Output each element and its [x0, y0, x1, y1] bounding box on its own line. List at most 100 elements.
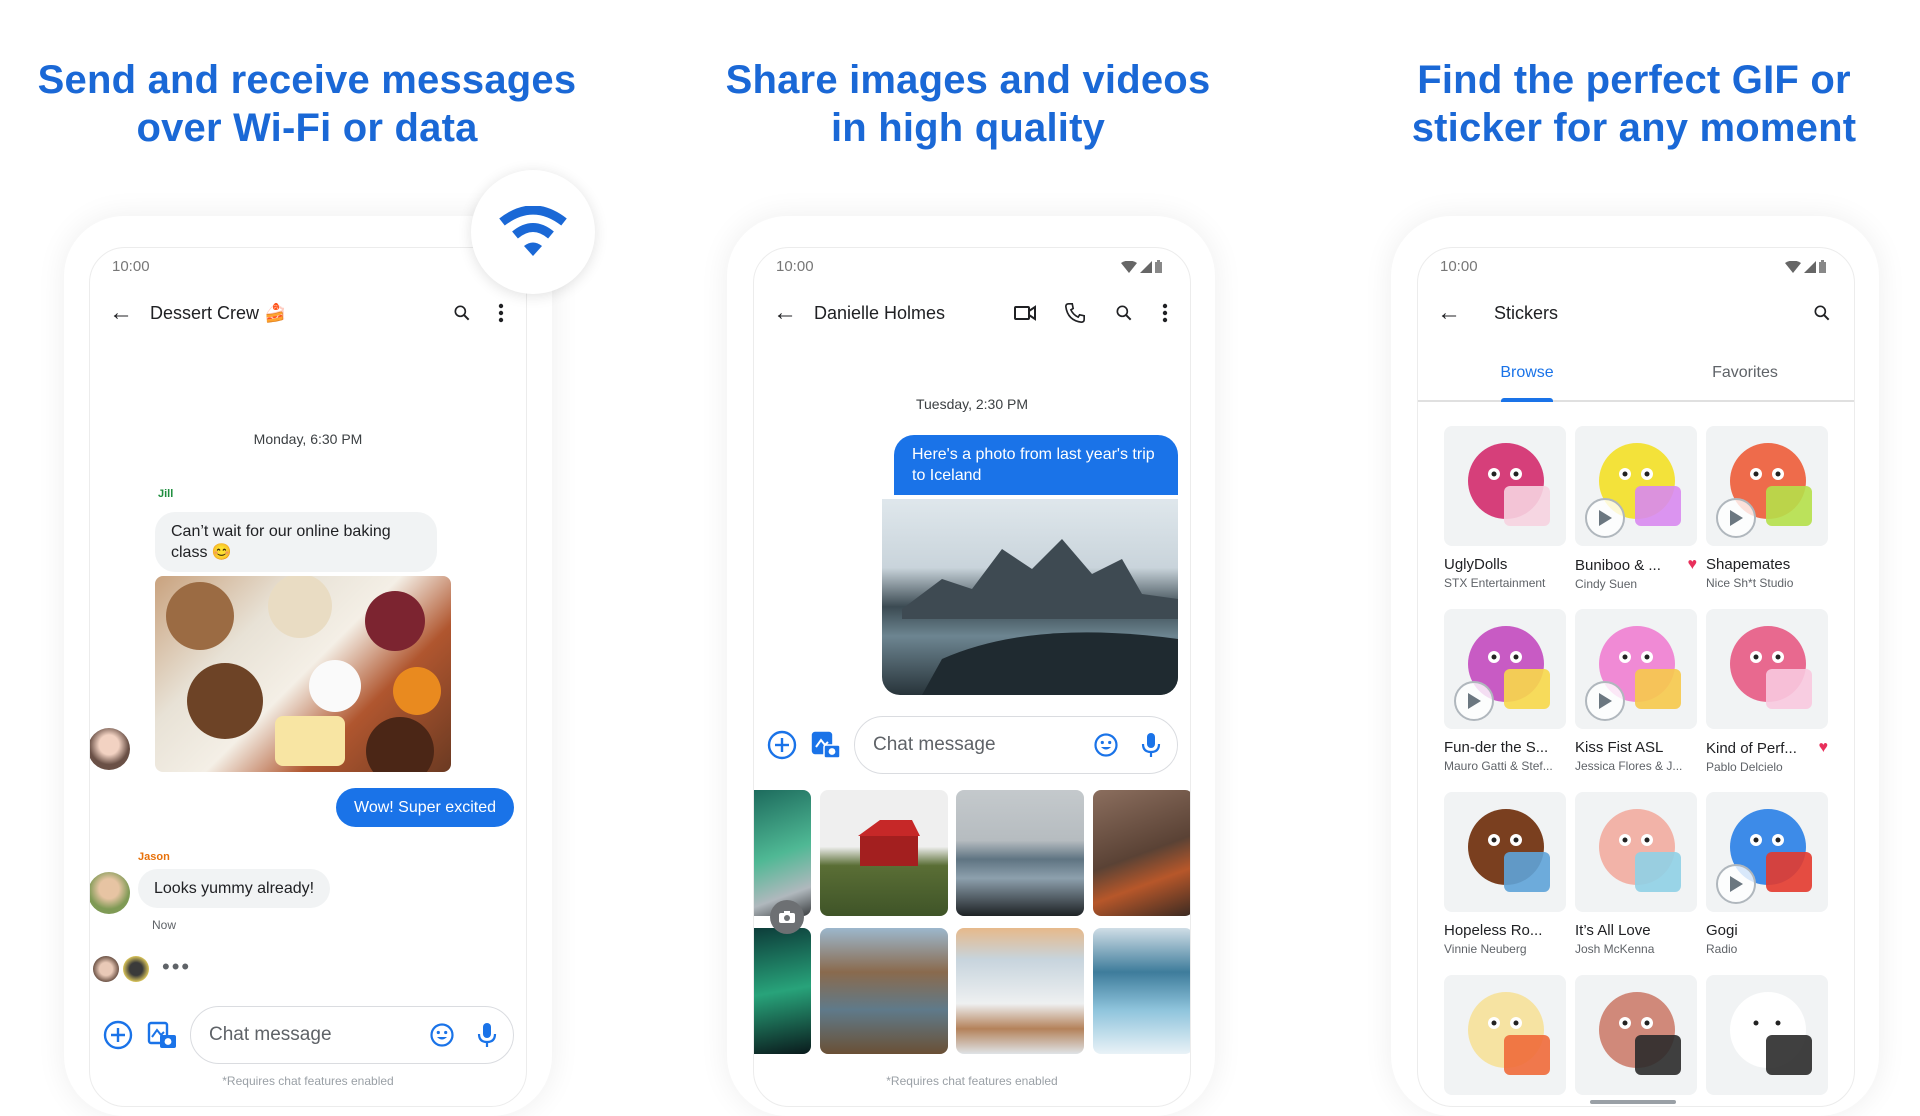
search-icon[interactable] — [1812, 303, 1832, 323]
sticker-pack[interactable] — [1444, 975, 1566, 1106]
favorite-heart-icon[interactable]: ♥ — [1688, 556, 1698, 574]
sticker-pack[interactable]: Hopeless Ro... Vinnie Neuberg — [1444, 792, 1566, 956]
back-arrow-icon[interactable]: ← — [772, 299, 798, 327]
status-icons — [1785, 260, 1826, 273]
gallery-camera-icon[interactable] — [146, 1019, 178, 1051]
tab-favorites[interactable]: Favorites — [1636, 348, 1854, 400]
status-time: 10:00 — [1440, 258, 1478, 275]
gallery-photo-waterfall[interactable] — [1093, 928, 1190, 1054]
play-button[interactable] — [1454, 681, 1494, 721]
phone-icon[interactable] — [1064, 302, 1086, 324]
message-bubble-incoming[interactable]: Looks yummy already! — [138, 869, 331, 908]
microphone-icon[interactable] — [477, 1021, 497, 1049]
back-arrow-icon[interactable]: ← — [108, 299, 134, 327]
camera-icon — [779, 911, 795, 923]
sticker-pack[interactable]: Kind of Perf... ♥ Pablo Delcielo — [1706, 609, 1828, 774]
video-call-icon[interactable] — [1014, 305, 1036, 321]
microphone-icon[interactable] — [1141, 731, 1161, 759]
sticker-pack[interactable]: It’s All Love Josh McKenna — [1575, 792, 1697, 956]
sticker-thumbnail[interactable] — [1575, 426, 1697, 546]
message-bubble-incoming[interactable]: Can’t wait for our online baking class 😊 — [155, 512, 437, 572]
sticker-pack[interactable] — [1706, 975, 1828, 1106]
sticker-thumbnail[interactable] — [1575, 975, 1697, 1095]
baking-photo[interactable] — [155, 576, 451, 772]
emoji-icon[interactable] — [1093, 732, 1119, 758]
input-placeholder: Chat message — [209, 1024, 332, 1045]
footnote: *Requires chat features enabled — [222, 1074, 394, 1088]
sticker-pack[interactable] — [1575, 975, 1697, 1106]
sticker-art-icon — [1468, 443, 1550, 526]
datestamp: Tuesday, 2:30 PM — [915, 396, 1029, 412]
play-icon — [1599, 693, 1612, 709]
play-button[interactable] — [1585, 498, 1625, 538]
gallery-photo-coast[interactable] — [956, 790, 1084, 916]
gallery-photo-kirkjufell[interactable] — [820, 928, 948, 1054]
sticker-pack[interactable]: Shapemates Nice Sh*t Studio — [1706, 426, 1828, 590]
sticker-thumbnail[interactable] — [1444, 609, 1566, 729]
sticker-author: Nice Sh*t Studio — [1706, 576, 1794, 590]
sticker-pack[interactable]: Fun-der the S... Mauro Gatti & Stef... — [1444, 609, 1566, 773]
wifi-badge — [471, 170, 595, 294]
iceland-photo[interactable] — [882, 499, 1178, 695]
sticker-art-icon — [1599, 992, 1681, 1075]
message-bubble-outgoing[interactable]: Wow! Super excited — [336, 788, 514, 827]
sticker-author: Jessica Flores & J... — [1575, 759, 1683, 773]
sticker-thumbnail[interactable] — [1706, 792, 1828, 912]
compose-bar: Chat message — [90, 1004, 526, 1066]
sticker-thumbnail[interactable] — [1706, 426, 1828, 546]
sticker-author: Mauro Gatti & Stef... — [1444, 759, 1553, 773]
sticker-thumbnail[interactable] — [1706, 975, 1828, 1095]
sticker-thumbnail[interactable] — [1575, 792, 1697, 912]
sticker-pack[interactable]: Kiss Fist ASL Jessica Flores & J... — [1575, 609, 1697, 773]
search-icon[interactable] — [452, 303, 472, 323]
datestamp: Monday, 6:30 PM — [253, 431, 363, 447]
avatar-jason[interactable] — [90, 872, 130, 914]
tab-browse[interactable]: Browse — [1418, 348, 1636, 400]
conversation-title: Danielle Holmes — [814, 302, 946, 323]
more-vert-icon[interactable] — [498, 303, 504, 323]
avatar-jill[interactable] — [90, 728, 130, 770]
play-button[interactable] — [1716, 864, 1756, 904]
gallery-camera-icon[interactable] — [810, 729, 842, 761]
heading-line: over Wi-Fi or data — [136, 106, 478, 150]
sticker-pack[interactable]: Buniboo & ... ♥ Cindy Suen — [1575, 426, 1697, 591]
favorite-heart-icon[interactable]: ♥ — [1819, 739, 1829, 757]
sticker-thumbnail[interactable] — [1575, 609, 1697, 729]
conversation-title: Dessert Crew 🍰 — [150, 303, 286, 324]
sticker-author: Radio — [1706, 942, 1738, 956]
emoji-icon[interactable] — [429, 1022, 455, 1048]
add-icon[interactable] — [102, 1019, 134, 1051]
sticker-thumbnail[interactable] — [1706, 609, 1828, 729]
sticker-thumbnail[interactable] — [1444, 975, 1566, 1095]
gallery-photo-red-house[interactable] — [820, 790, 948, 916]
gallery-photo-horses[interactable] — [956, 928, 1084, 1054]
gallery-photo-aurora-2[interactable] — [754, 928, 811, 1054]
gallery-photo-aurora[interactable] — [754, 790, 811, 916]
search-icon[interactable] — [1114, 303, 1134, 323]
sticker-thumbnail[interactable] — [1444, 792, 1566, 912]
message-bubble-outgoing[interactable]: Here's a photo from last year's trip to … — [894, 435, 1178, 495]
sticker-name: Buniboo & ... ♥ — [1575, 556, 1697, 574]
page-title: Stickers — [1494, 302, 1559, 323]
camera-button[interactable] — [770, 900, 804, 934]
sticker-thumbnail[interactable] — [1444, 426, 1566, 546]
play-button[interactable] — [1585, 681, 1625, 721]
play-icon — [1730, 510, 1743, 526]
add-icon[interactable] — [766, 729, 798, 761]
sticker-art-icon — [1468, 809, 1550, 892]
sticker-name: Fun-der the S... — [1444, 739, 1566, 756]
play-icon — [1468, 693, 1481, 709]
photo-illustration-icon — [166, 576, 441, 772]
play-button[interactable] — [1716, 498, 1756, 538]
back-arrow-icon[interactable]: ← — [1436, 299, 1462, 327]
sticker-name-text: Kind of Perf... — [1706, 739, 1797, 757]
sticker-name-text: Fun-der the S... — [1444, 739, 1549, 756]
heading-stickers: Find the perfect GIF or sticker for any … — [1314, 56, 1920, 152]
sticker-pack[interactable]: Gogi Radio — [1706, 792, 1828, 956]
typing-avatar — [123, 956, 149, 982]
gallery-photo-hikers[interactable] — [1093, 790, 1190, 916]
sticker-pack[interactable]: UglyDolls STX Entertainment — [1444, 426, 1566, 590]
more-vert-icon[interactable] — [1162, 303, 1168, 323]
chat-message-input[interactable]: Chat message — [190, 1006, 514, 1064]
chat-message-input[interactable]: Chat message — [854, 716, 1178, 774]
